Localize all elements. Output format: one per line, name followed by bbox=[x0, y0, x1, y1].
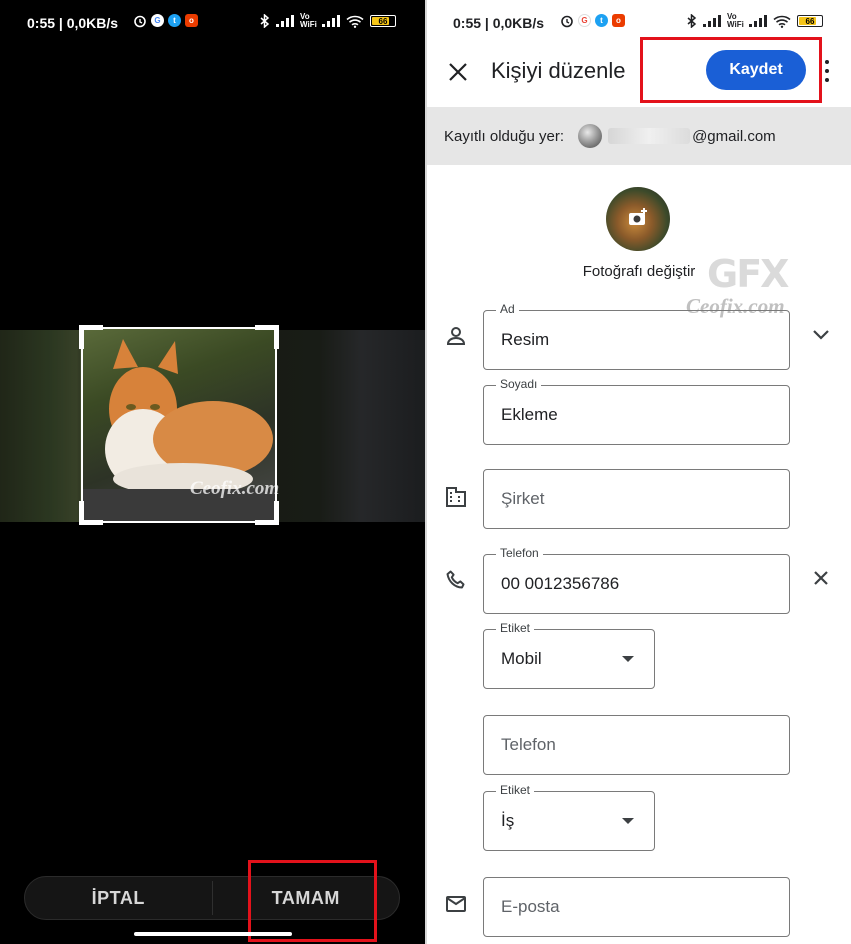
avatar bbox=[578, 124, 603, 148]
phone-type-value: Mobil bbox=[501, 649, 542, 668]
signal-icon-2 bbox=[749, 15, 767, 27]
phone-field[interactable]: Telefon 00 0012356786 bbox=[483, 546, 790, 614]
status-time: 0:55 | 0,0KB/s bbox=[453, 15, 545, 31]
phone2-type-select[interactable]: Etiket İş bbox=[483, 783, 655, 851]
signal-icon bbox=[703, 15, 721, 27]
account-email: @gmail.com bbox=[692, 127, 776, 145]
wifi-icon bbox=[346, 15, 364, 28]
crop-handle-bottom-left[interactable] bbox=[79, 501, 103, 525]
notification-icons: G t o bbox=[133, 14, 198, 28]
office-icon: o bbox=[612, 14, 625, 27]
twitter-icon: t bbox=[595, 14, 608, 27]
phone-type-select[interactable]: Etiket Mobil bbox=[483, 621, 655, 689]
crop-handle-top-right[interactable] bbox=[255, 325, 279, 349]
bluetooth-icon bbox=[687, 14, 697, 28]
page-title: Kişiyi düzenle bbox=[491, 58, 626, 83]
email-field[interactable]: E-posta bbox=[483, 877, 790, 937]
more-vert-icon[interactable] bbox=[823, 60, 831, 82]
phone2-placeholder: Telefon bbox=[501, 735, 556, 754]
email-icon bbox=[446, 896, 466, 912]
signal-icon-2 bbox=[322, 15, 340, 27]
watermark-logo: GFX bbox=[707, 252, 789, 296]
cancel-button[interactable]: İPTAL bbox=[25, 877, 212, 919]
highlight-box bbox=[640, 37, 822, 103]
battery-icon: 66 bbox=[370, 15, 396, 27]
account-selector[interactable]: Kayıtlı olduğu yer: @gmail.com bbox=[427, 107, 851, 165]
phone2-field[interactable]: Telefon bbox=[483, 715, 790, 775]
crop-handle-bottom-right[interactable] bbox=[255, 501, 279, 525]
google-icon: G bbox=[151, 14, 164, 27]
alarm-icon bbox=[561, 15, 573, 28]
phone-icon bbox=[446, 570, 465, 589]
wifi-icon bbox=[773, 15, 791, 28]
blurred-email bbox=[608, 128, 691, 144]
first-name-field[interactable]: Ad Resim bbox=[483, 302, 790, 370]
twitter-icon: t bbox=[168, 14, 181, 27]
phone-value: 00 0012356786 bbox=[501, 574, 620, 593]
email-placeholder: E-posta bbox=[501, 897, 560, 916]
vowifi-label: Vo WiFi bbox=[727, 12, 744, 29]
notification-icons: G t o bbox=[560, 14, 625, 28]
status-time: 0:55 | 0,0KB/s bbox=[27, 15, 119, 31]
contact-photo[interactable] bbox=[606, 187, 670, 251]
add-photo-icon bbox=[629, 208, 647, 225]
signal-icon bbox=[276, 15, 294, 27]
close-icon[interactable] bbox=[445, 59, 471, 85]
edit-contact-screen: 0:55 | 0,0KB/s G t o Vo WiFi 66 Kişiyi d… bbox=[427, 0, 851, 944]
crop-handle-top-left[interactable] bbox=[79, 325, 103, 349]
account-label: Kayıtlı olduğu yer: bbox=[444, 127, 565, 145]
dropdown-arrow-icon bbox=[622, 818, 634, 824]
bluetooth-icon bbox=[260, 14, 270, 28]
phone2-type-value: İş bbox=[501, 811, 515, 830]
person-icon bbox=[446, 327, 466, 345]
company-placeholder: Şirket bbox=[501, 489, 545, 508]
home-indicator[interactable] bbox=[134, 932, 292, 936]
system-icons: Vo WiFi 66 bbox=[260, 13, 396, 29]
vowifi-label: Vo WiFi bbox=[300, 12, 317, 29]
business-icon bbox=[446, 487, 466, 507]
first-name-value: Resim bbox=[501, 330, 550, 349]
google-icon: G bbox=[578, 14, 591, 27]
remove-icon[interactable] bbox=[809, 566, 833, 590]
watermark: Ceofix.com bbox=[190, 478, 280, 499]
system-icons: Vo WiFi 66 bbox=[687, 13, 823, 29]
last-name-field[interactable]: Soyadı Ekleme bbox=[483, 377, 790, 445]
battery-icon: 66 bbox=[797, 15, 823, 27]
status-bar: 0:55 | 0,0KB/s G t o Vo WiFi 66 bbox=[0, 0, 425, 46]
office-icon: o bbox=[185, 14, 198, 27]
expand-icon[interactable] bbox=[809, 322, 833, 346]
highlight-box bbox=[248, 860, 377, 942]
company-field[interactable]: Şirket bbox=[483, 469, 790, 529]
crop-screen: 0:55 | 0,0KB/s G t o Vo WiFi 66 Ceofix.c… bbox=[0, 0, 425, 944]
alarm-icon bbox=[134, 15, 146, 28]
last-name-value: Ekleme bbox=[501, 405, 558, 424]
dropdown-arrow-icon bbox=[622, 656, 634, 662]
